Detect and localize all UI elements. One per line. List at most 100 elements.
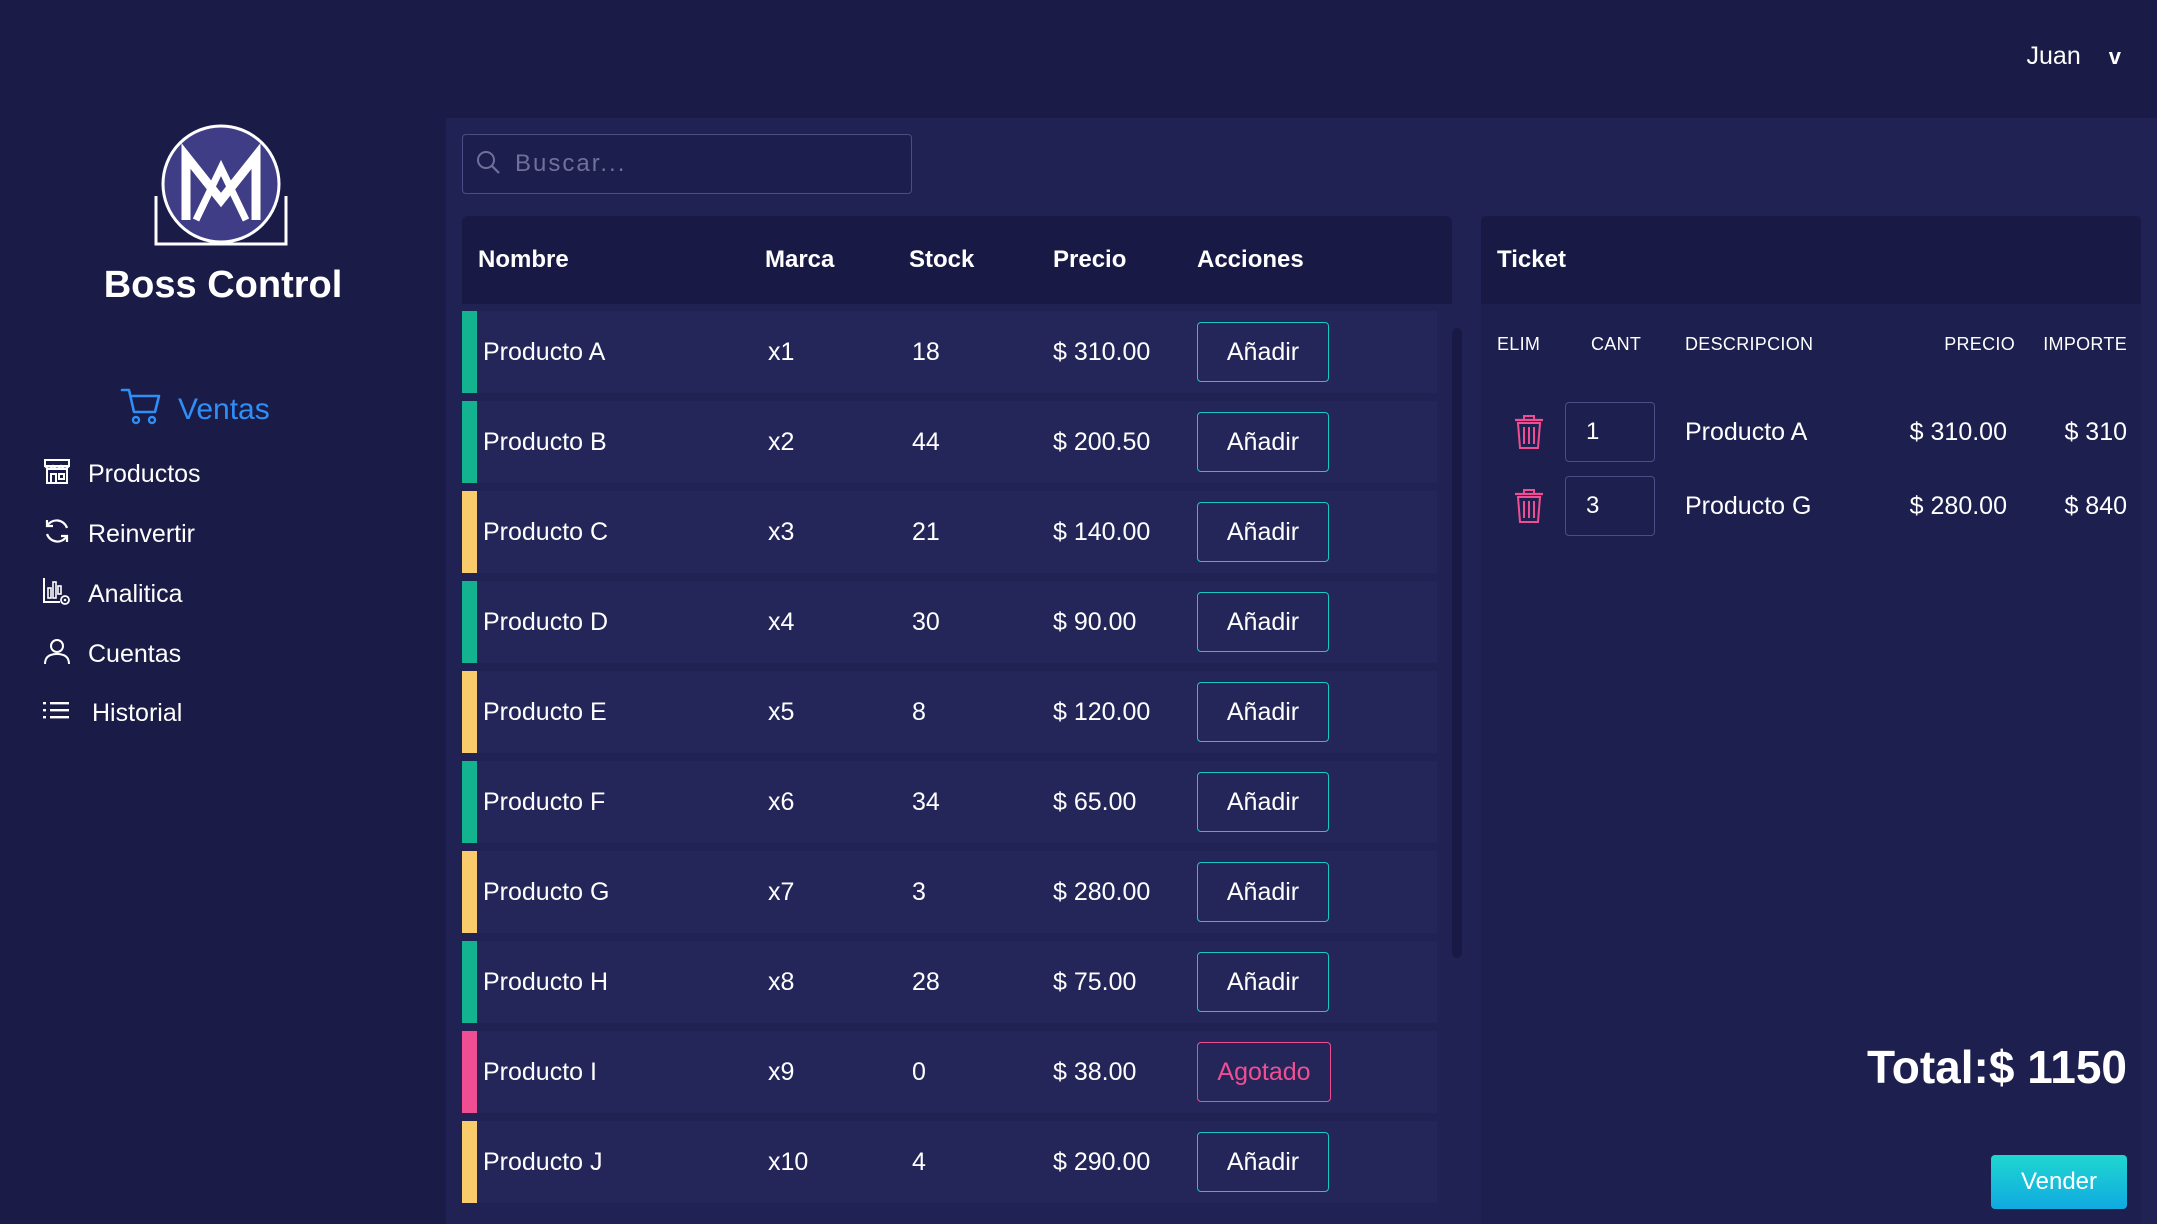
table-row: Producto I x9 0 $ 38.00 Agotado (462, 1031, 1437, 1113)
status-bar (462, 851, 477, 933)
cart-icon (120, 386, 162, 434)
chevron-down-icon: v (2108, 43, 2121, 69)
add-button[interactable]: Añadir (1197, 322, 1329, 382)
table-row: Producto A x1 18 $ 310.00 Añadir (462, 311, 1437, 393)
search-box[interactable] (462, 134, 912, 194)
scrollbar-thumb[interactable] (1452, 328, 1462, 958)
product-brand: x2 (768, 428, 795, 456)
ticket-header: Ticket (1481, 216, 2141, 304)
column-header-precio: PRECIO (1944, 334, 2015, 354)
ticket-total: Total:$ 1150 (1867, 1041, 2127, 1093)
sell-button[interactable]: Vender (1991, 1155, 2127, 1209)
ticket-item-description: Producto G (1685, 492, 1812, 520)
column-header-elim: ELIM (1497, 334, 1541, 354)
products-table-header: Nombre Marca Stock Precio Acciones (462, 216, 1452, 304)
product-stock: 18 (912, 338, 940, 366)
product-price: $ 120.00 (1053, 698, 1151, 726)
top-bar: Juan v (0, 0, 2157, 118)
sidebar-item-analitica[interactable]: Analitica (42, 576, 183, 613)
product-brand: x8 (768, 968, 795, 996)
ticket-row: Producto A $ 310.00 $ 310 (1481, 402, 2141, 464)
ticket-item-description: Producto A (1685, 418, 1808, 446)
status-bar (462, 401, 477, 483)
analytics-icon (42, 576, 72, 613)
product-name: Producto I (483, 1058, 597, 1086)
product-brand: x10 (768, 1148, 809, 1176)
ticket-row: Producto G $ 280.00 $ 840 (1481, 476, 2141, 538)
product-stock: 30 (912, 608, 940, 636)
trash-icon[interactable] (1513, 488, 1545, 529)
product-name: Producto D (483, 608, 609, 636)
sidebar-item-label: Analitica (88, 580, 183, 608)
product-stock: 3 (912, 878, 926, 906)
column-header-precio: Precio (1053, 246, 1127, 273)
product-price: $ 200.50 (1053, 428, 1151, 456)
sidebar-item-label: Reinvertir (88, 520, 195, 548)
table-row: Producto D x4 30 $ 90.00 Añadir (462, 581, 1437, 663)
column-header-acciones: Acciones (1197, 246, 1304, 273)
main-panel: Nombre Marca Stock Precio Acciones Produ… (446, 118, 2157, 1224)
column-header-marca: Marca (765, 246, 835, 273)
table-row: Producto C x3 21 $ 140.00 Añadir (462, 491, 1437, 573)
list-icon (42, 698, 70, 729)
refresh-icon (42, 516, 72, 553)
product-brand: x4 (768, 608, 795, 636)
sidebar-item-label: Cuentas (88, 640, 182, 668)
sidebar-item-label: Ventas (178, 393, 270, 426)
ticket-title: Ticket (1497, 246, 1566, 273)
table-row: Producto H x8 28 $ 75.00 Añadir (462, 941, 1437, 1023)
add-button[interactable]: Añadir (1197, 412, 1329, 472)
product-price: $ 140.00 (1053, 518, 1151, 546)
user-name: Juan (2026, 42, 2081, 70)
store-icon (42, 456, 72, 493)
user-menu[interactable]: Juan v (2027, 42, 2121, 71)
products-table: Nombre Marca Stock Precio Acciones Produ… (462, 216, 1462, 1224)
product-stock: 8 (912, 698, 926, 726)
quantity-input[interactable] (1565, 402, 1655, 462)
product-price: $ 65.00 (1053, 788, 1137, 816)
sidebar-item-label: Productos (88, 460, 201, 488)
app-root: Juan v Boss Control Ventas Productos Rei… (0, 0, 2157, 1224)
sidebar-item-productos[interactable]: Productos (42, 456, 201, 493)
table-row: Producto E x5 8 $ 120.00 Añadir (462, 671, 1437, 753)
product-price: $ 75.00 (1053, 968, 1137, 996)
table-row: Producto J x10 4 $ 290.00 Añadir (462, 1121, 1437, 1203)
product-price: $ 290.00 (1053, 1148, 1151, 1176)
add-button[interactable]: Añadir (1197, 592, 1329, 652)
add-button[interactable]: Añadir (1197, 772, 1329, 832)
table-row: Producto B x2 44 $ 200.50 Añadir (462, 401, 1437, 483)
add-button[interactable]: Añadir (1197, 1132, 1329, 1192)
product-brand: x9 (768, 1058, 795, 1086)
column-header-cant: CANT (1591, 334, 1642, 354)
product-stock: 4 (912, 1148, 926, 1176)
status-bar (462, 671, 477, 753)
boss-control-logo (152, 124, 290, 254)
product-price: $ 280.00 (1053, 878, 1151, 906)
add-button[interactable]: Añadir (1197, 862, 1329, 922)
product-brand: x6 (768, 788, 795, 816)
sidebar-item-historial[interactable]: Historial (42, 698, 182, 729)
add-button[interactable]: Añadir (1197, 952, 1329, 1012)
product-brand: x7 (768, 878, 795, 906)
add-button[interactable]: Añadir (1197, 502, 1329, 562)
sold-out-button[interactable]: Agotado (1197, 1042, 1331, 1102)
search-input[interactable] (515, 150, 895, 178)
product-name: Producto E (483, 698, 607, 726)
sidebar-item-ventas[interactable]: Ventas (120, 386, 270, 434)
status-bar (462, 761, 477, 843)
product-brand: x1 (768, 338, 795, 366)
sidebar-item-reinvertir[interactable]: Reinvertir (42, 516, 195, 553)
status-bar (462, 581, 477, 663)
table-row: Producto F x6 34 $ 65.00 Añadir (462, 761, 1437, 843)
trash-icon[interactable] (1513, 414, 1545, 455)
search-icon (475, 149, 501, 180)
product-name: Producto G (483, 878, 610, 906)
product-stock: 21 (912, 518, 940, 546)
sidebar-item-cuentas[interactable]: Cuentas (42, 636, 181, 673)
product-stock: 0 (912, 1058, 926, 1086)
product-name: Producto A (483, 338, 606, 366)
quantity-input[interactable] (1565, 476, 1655, 536)
add-button[interactable]: Añadir (1197, 682, 1329, 742)
status-bar (462, 1031, 477, 1113)
user-icon (42, 636, 72, 673)
